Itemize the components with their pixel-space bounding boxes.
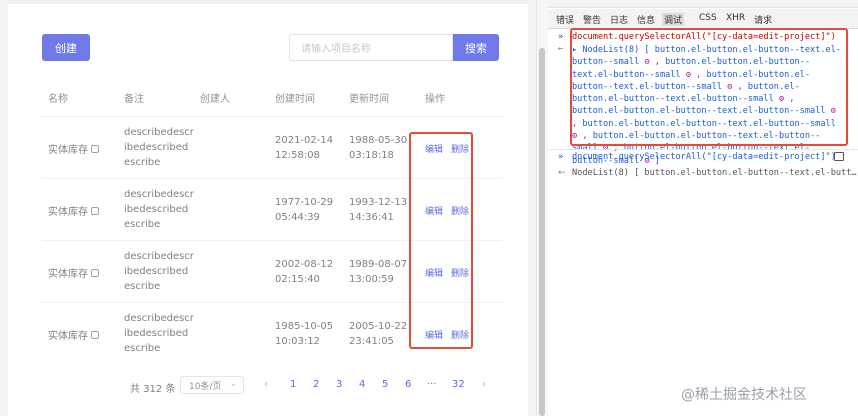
prev-page-button[interactable]: ‹ — [264, 379, 268, 390]
header-remark: 备注 — [124, 94, 144, 105]
actions-highlight-box — [409, 132, 473, 349]
table-header: 名称 备注 创建人 创建时间 更新时间 操作 — [42, 86, 502, 106]
row-remark: describedescribedescribedescribe — [124, 313, 194, 354]
row-updated-time: 2005-10-22 23:41:05 — [349, 321, 408, 347]
app-area: 创建 请输入项目名称 搜索 名称 备注 创建人 创建时间 更新时间 操作 实体库… — [0, 0, 536, 416]
tab-info[interactable]: 信息 — [637, 13, 655, 26]
row-created-time: 2021-02-14 12:58:08 — [275, 135, 334, 161]
copy-icon[interactable] — [91, 268, 99, 277]
page-5[interactable]: 5 — [382, 379, 388, 390]
page-size-select[interactable]: 10条/页 ⌄ — [180, 376, 244, 394]
tab-debug[interactable]: 调试 — [662, 13, 685, 26]
console-sidebar-icon[interactable] — [834, 152, 844, 161]
header-creator: 创建人 — [200, 94, 230, 105]
screen: 创建 请输入项目名称 搜索 名称 备注 创建人 创建时间 更新时间 操作 实体库… — [0, 0, 858, 416]
console-output-2[interactable]: NodeList(8) [ button.el-button.el-button… — [572, 168, 857, 178]
row-name: 实体库存 — [48, 141, 99, 156]
tab-xhr[interactable]: XHR — [726, 13, 745, 23]
card-top-strip — [8, 0, 528, 4]
output-arrow-icon: ← — [558, 168, 566, 178]
prompt-chevron-icon: » — [558, 152, 564, 162]
header-actions: 操作 — [425, 94, 445, 105]
console-divider — [548, 149, 858, 150]
page-2[interactable]: 2 — [313, 379, 319, 390]
row-name: 实体库存 — [48, 265, 99, 280]
create-button[interactable]: 创建 — [42, 34, 90, 61]
console-highlight-box — [570, 28, 848, 146]
devtools-top-bar — [548, 0, 858, 8]
row-created-time: 2002-08-12 02:15:40 — [275, 259, 334, 285]
row-name: 实体库存 — [48, 203, 99, 218]
row-created-time: 1977-10-29 05:44:39 — [275, 197, 334, 223]
pagination: 共 312 条 10条/页 ⌄ ‹ 1 2 3 4 5 6 ··· 32 › — [8, 376, 528, 396]
output-arrow-icon: ← — [558, 44, 564, 54]
tab-errors[interactable]: 错误 — [556, 13, 574, 26]
search-input[interactable]: 请输入项目名称 — [289, 34, 453, 61]
console-command-2[interactable]: document.querySelectorAll("[cy-data=edit… — [572, 152, 836, 162]
header-name: 名称 — [48, 94, 68, 105]
tab-logs[interactable]: 日志 — [610, 13, 628, 26]
page-4[interactable]: 4 — [359, 379, 365, 390]
page-6[interactable]: 6 — [405, 379, 411, 390]
tab-warnings[interactable]: 警告 — [583, 13, 601, 26]
prompt-chevron-icon: » — [558, 32, 564, 42]
tab-css[interactable]: CSS — [699, 13, 717, 23]
page-ellipsis[interactable]: ··· — [427, 379, 437, 390]
row-updated-time: 1993-12-13 14:36:41 — [349, 197, 408, 223]
row-updated-time: 1989-08-07 13:00:59 — [349, 259, 408, 285]
row-updated-time: 1988-05-30 03:18:18 — [349, 135, 408, 161]
copy-icon[interactable] — [91, 206, 99, 215]
header-updated-time: 更新时间 — [349, 94, 389, 105]
copy-icon[interactable] — [91, 330, 99, 339]
header-created-time: 创建时间 — [275, 94, 315, 105]
search-button[interactable]: 搜索 — [453, 34, 499, 61]
copy-icon[interactable] — [91, 144, 99, 153]
next-page-button[interactable]: › — [482, 379, 486, 390]
row-name: 实体库存 — [48, 327, 99, 342]
tab-requests[interactable]: 请求 — [754, 13, 772, 26]
row-remark: describedescribedescribedescribe — [124, 127, 194, 168]
scrollbar-thumb[interactable] — [539, 48, 545, 416]
watermark: @稀土掘金技术社区 — [681, 387, 807, 403]
row-remark: describedescribedescribedescribe — [124, 189, 194, 230]
pagination-total: 共 312 条 — [130, 384, 176, 395]
page-32[interactable]: 32 — [452, 379, 465, 390]
console-filter-tabs: 错误 警告 日志 信息 调试 CSS XHR 请求 — [548, 9, 858, 29]
page-1[interactable]: 1 — [290, 379, 296, 390]
row-created-time: 1985-10-05 10:03:12 — [275, 321, 334, 347]
row-remark: describedescribedescribedescribe — [124, 251, 194, 292]
page-3[interactable]: 3 — [336, 379, 342, 390]
chevron-down-icon: ⌄ — [230, 379, 237, 388]
